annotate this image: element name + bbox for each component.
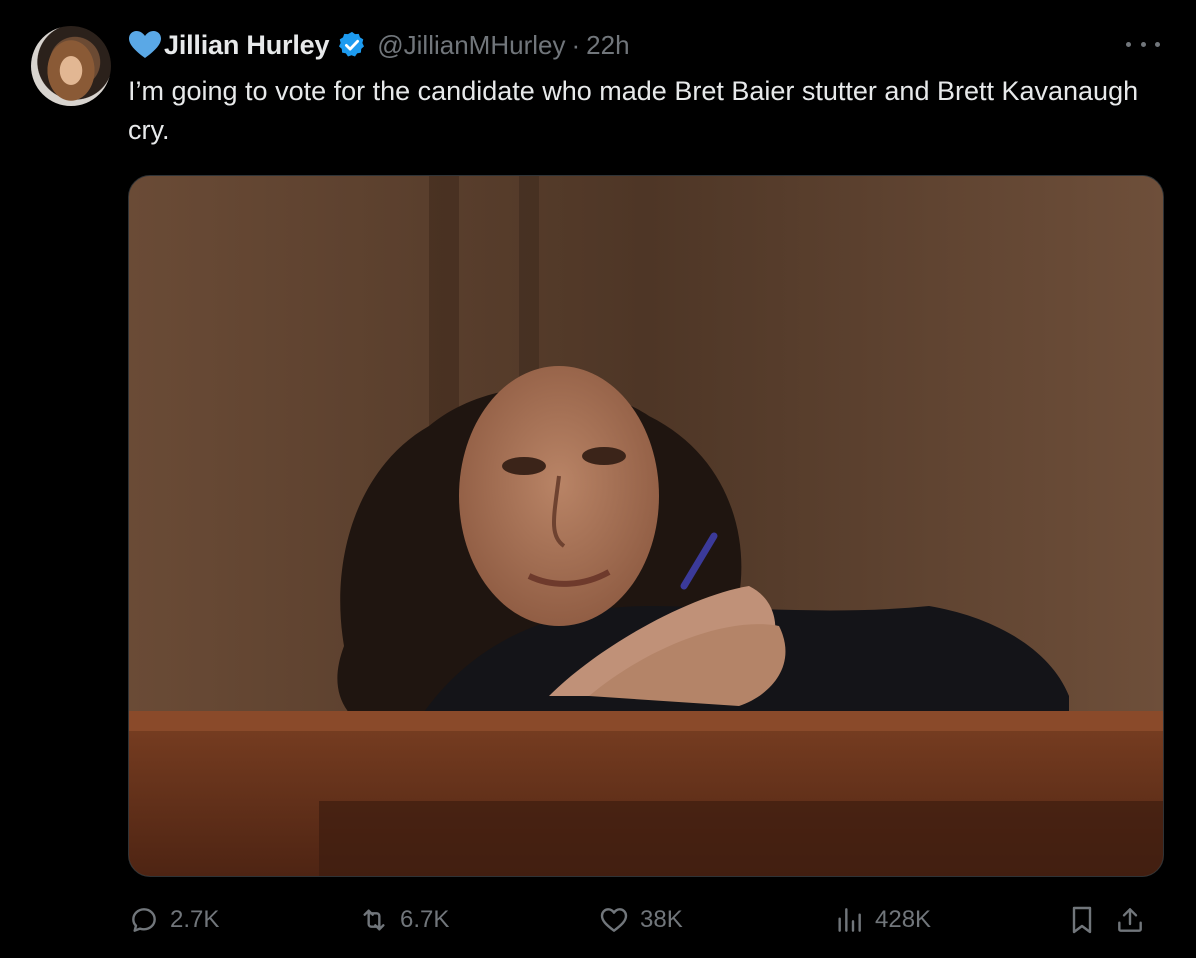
display-name[interactable]: Jillian Hurley (164, 30, 329, 61)
tweet-text: I’m going to vote for the candidate who … (128, 76, 1139, 145)
repost-button[interactable]: 6.7K (358, 898, 449, 942)
tweet-media-photo[interactable] (128, 175, 1164, 877)
tweet-header: Jillian Hurley @JillianMHurley · 22h (128, 28, 630, 62)
bookmark-icon (1072, 906, 1092, 934)
tweet[interactable]: Jillian Hurley @JillianMHurley · 22h I’m… (0, 0, 1196, 958)
blue-heart-icon (129, 31, 161, 58)
views-button[interactable]: 428K (833, 898, 931, 942)
share-button[interactable] (1114, 898, 1146, 942)
like-button[interactable]: 38K (598, 898, 683, 942)
repost-icon (363, 909, 385, 931)
bookmark-button[interactable] (1066, 898, 1098, 942)
like-icon (600, 908, 628, 932)
reply-count: 2.7K (170, 906, 220, 933)
avatar[interactable] (31, 26, 111, 106)
tweet-actions: 2.7K 6.7K 38K 428K (128, 898, 1162, 942)
more-options-icon[interactable] (1126, 32, 1160, 56)
reply-icon (132, 908, 156, 932)
views-icon (838, 908, 861, 932)
verified-badge-icon[interactable] (337, 30, 367, 60)
user-handle[interactable]: @JillianMHurley (377, 30, 565, 61)
timestamp[interactable]: 22h (586, 30, 629, 61)
like-count: 38K (640, 906, 683, 933)
separator-dot: · (571, 29, 581, 60)
reply-button[interactable]: 2.7K (128, 898, 219, 942)
repost-count: 6.7K (400, 906, 450, 933)
avatar-portrait (41, 32, 101, 102)
view-count: 428K (875, 906, 932, 933)
photo-illustration (129, 176, 1163, 876)
share-icon (1118, 908, 1142, 932)
